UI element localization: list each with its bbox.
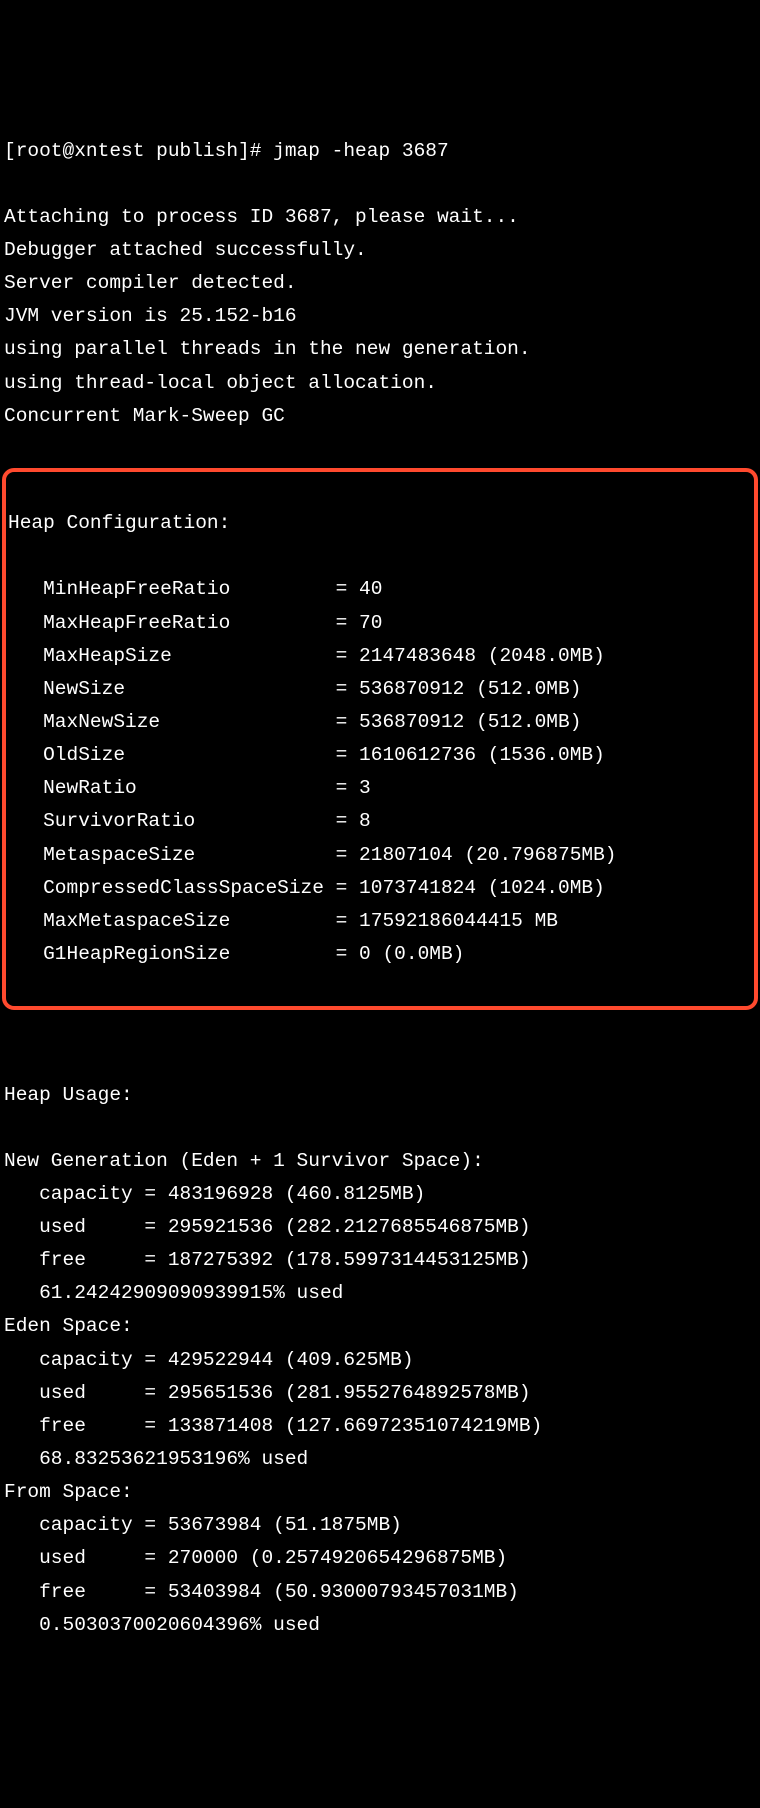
heap-config-row: MaxHeapFreeRatio = 70	[8, 607, 752, 640]
heap-config-row: OldSize = 1610612736 (1536.0MB)	[8, 739, 752, 772]
usage-section-header: New Generation (Eden + 1 Survivor Space)…	[4, 1145, 756, 1178]
heap-config-row: MaxNewSize = 536870912 (512.0MB)	[8, 706, 752, 739]
output-line: JVM version is 25.152-b16	[4, 300, 756, 333]
usage-row: free = 53403984 (50.93000793457031MB)	[4, 1576, 756, 1609]
usage-row: used = 270000 (0.2574920654296875MB)	[4, 1542, 756, 1575]
output-line: using parallel threads in the new genera…	[4, 333, 756, 366]
usage-row: free = 133871408 (127.66972351074219MB)	[4, 1410, 756, 1443]
output-line: Debugger attached successfully.	[4, 234, 756, 267]
heap-config-row: NewSize = 536870912 (512.0MB)	[8, 673, 752, 706]
prompt-line: [root@xntest publish]# jmap -heap 3687	[4, 135, 756, 168]
heap-usage-title: Heap Usage:	[4, 1079, 756, 1112]
usage-percent: 68.83253621953196% used	[4, 1443, 756, 1476]
heap-config-row: G1HeapRegionSize = 0 (0.0MB)	[8, 938, 752, 971]
heap-config-row: SurvivorRatio = 8	[8, 805, 752, 838]
usage-section-header: From Space:	[4, 1476, 756, 1509]
heap-config-row: MaxHeapSize = 2147483648 (2048.0MB)	[8, 640, 752, 673]
highlight-box: Heap Configuration: MinHeapFreeRatio = 4…	[2, 468, 758, 1010]
usage-row: used = 295651536 (281.9552764892578MB)	[4, 1377, 756, 1410]
usage-percent: 61.24242909090939915% used	[4, 1277, 756, 1310]
usage-percent: 0.5030370020604396% used	[4, 1609, 756, 1642]
heap-config-row: CompressedClassSpaceSize = 1073741824 (1…	[8, 872, 752, 905]
heap-config-title: Heap Configuration:	[8, 507, 752, 540]
usage-row: used = 295921536 (282.2127685546875MB)	[4, 1211, 756, 1244]
output-line: Concurrent Mark-Sweep GC	[4, 400, 756, 433]
usage-section-header: Eden Space:	[4, 1310, 756, 1343]
heap-config-row: MinHeapFreeRatio = 40	[8, 573, 752, 606]
output-line: using thread-local object allocation.	[4, 367, 756, 400]
heap-config-row: MetaspaceSize = 21807104 (20.796875MB)	[8, 839, 752, 872]
usage-row: capacity = 53673984 (51.1875MB)	[4, 1509, 756, 1542]
output-line: Server compiler detected.	[4, 267, 756, 300]
heap-config-row: MaxMetaspaceSize = 17592186044415 MB	[8, 905, 752, 938]
usage-row: capacity = 483196928 (460.8125MB)	[4, 1178, 756, 1211]
usage-row: free = 187275392 (178.5997314453125MB)	[4, 1244, 756, 1277]
heap-config-row: NewRatio = 3	[8, 772, 752, 805]
output-line: Attaching to process ID 3687, please wai…	[4, 201, 756, 234]
